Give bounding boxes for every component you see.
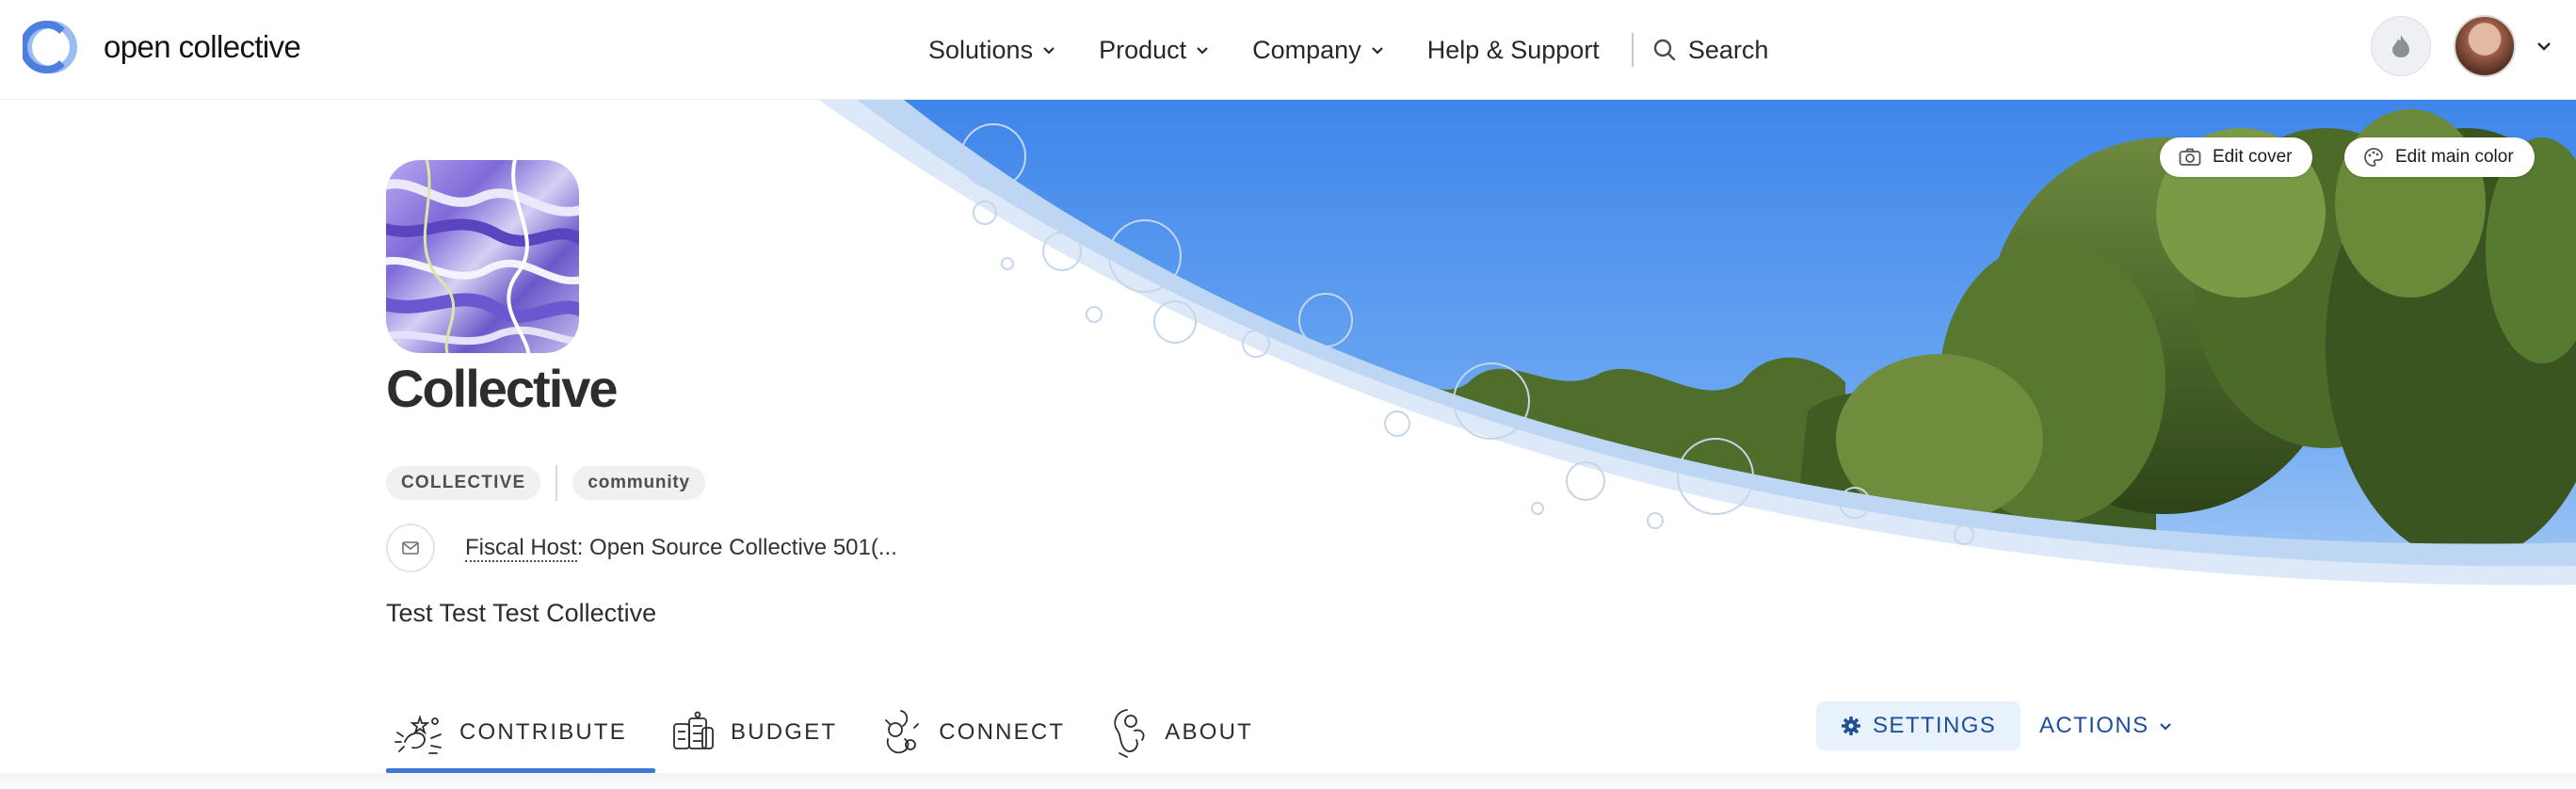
collective-avatar[interactable] xyxy=(386,160,579,353)
logo-text: open collective xyxy=(104,29,301,64)
nav-company[interactable]: Company xyxy=(1252,36,1386,65)
user-avatar[interactable] xyxy=(2454,15,2516,77)
nav-divider xyxy=(1631,33,1634,67)
connect-icon xyxy=(885,710,920,754)
tab-about[interactable]: ABOUT xyxy=(1103,692,1281,773)
chevron-down-icon xyxy=(2160,723,2172,731)
tag-divider xyxy=(555,465,558,501)
mail-icon xyxy=(402,541,419,555)
camera-icon xyxy=(2179,148,2201,166)
palette-icon xyxy=(2364,148,2383,167)
edit-cover-button[interactable]: Edit cover xyxy=(2160,137,2313,177)
changelog-button[interactable] xyxy=(2371,16,2431,76)
top-navbar: open collective Solutions Product Compan… xyxy=(0,0,2576,100)
collective-name: Collective xyxy=(386,359,619,418)
collective-tags: COLLECTIVE community xyxy=(386,465,705,501)
actions-dropdown[interactable]: ACTIONS xyxy=(2039,701,2173,750)
tag-community[interactable]: community xyxy=(572,466,705,500)
flame-icon xyxy=(2392,35,2409,57)
marble-pattern-image xyxy=(386,160,579,353)
fiscal-host-text: Fiscal Host: Open Source Collective 501(… xyxy=(465,535,897,562)
tab-budget-label: BUDGET xyxy=(731,719,838,745)
settings-button[interactable]: SETTINGS xyxy=(1816,701,2021,750)
edit-cover-label: Edit cover xyxy=(2213,147,2293,167)
nav-solutions[interactable]: Solutions xyxy=(928,36,1057,65)
contact-button[interactable] xyxy=(386,523,435,572)
chevron-down-icon xyxy=(1043,47,1055,55)
budget-icon xyxy=(673,711,714,749)
search-icon xyxy=(1653,39,1676,61)
main-nav: Solutions Product Company Help & Support… xyxy=(928,0,1768,100)
tab-connect[interactable]: CONNECT xyxy=(875,692,1093,773)
search-button[interactable]: Search xyxy=(1652,35,1769,65)
nav-product-label: Product xyxy=(1099,35,1187,64)
chevron-down-icon[interactable] xyxy=(2535,37,2553,56)
nav-product[interactable]: Product xyxy=(1099,36,1211,65)
tab-contribute[interactable]: CONTRIBUTE xyxy=(386,692,655,773)
actions-label: ACTIONS xyxy=(2039,713,2149,738)
about-icon xyxy=(1114,709,1145,758)
nav-company-label: Company xyxy=(1252,35,1361,64)
settings-label: SETTINGS xyxy=(1873,713,1997,738)
edit-main-color-label: Edit main color xyxy=(2395,147,2514,167)
nav-user-area xyxy=(2371,15,2553,77)
collective-description: Test Test Test Collective xyxy=(386,599,657,627)
tab-connect-label: CONNECT xyxy=(939,719,1066,745)
tab-contribute-label: CONTRIBUTE xyxy=(459,719,627,745)
tag-type[interactable]: COLLECTIVE xyxy=(386,466,541,500)
tab-about-label: ABOUT xyxy=(1165,719,1253,745)
chevron-down-icon xyxy=(1371,47,1383,55)
search-label: Search xyxy=(1687,35,1769,64)
opencollective-logo[interactable]: open collective xyxy=(23,19,301,75)
nav-help-label: Help & Support xyxy=(1426,35,1600,64)
contribute-icon xyxy=(394,715,442,754)
fiscal-host-row: Fiscal Host: Open Source Collective 501(… xyxy=(386,523,897,572)
nav-help-support[interactable]: Help & Support xyxy=(1427,36,1600,65)
tab-budget[interactable]: BUDGET xyxy=(665,692,865,773)
fiscal-host-label[interactable]: Fiscal Host xyxy=(465,535,577,562)
edit-main-color-button[interactable]: Edit main color xyxy=(2344,137,2535,177)
tabs-divider xyxy=(0,773,2576,789)
nav-solutions-label: Solutions xyxy=(928,35,1034,64)
fiscal-host-value[interactable]: : Open Source Collective 501(... xyxy=(577,535,897,560)
collective-tabs: CONTRIBUTE BUDGET CONNECT ABOUT xyxy=(386,692,1291,773)
gear-icon xyxy=(1842,717,1860,735)
opencollective-logo-icon xyxy=(23,21,77,73)
chevron-down-icon xyxy=(1197,47,1208,55)
